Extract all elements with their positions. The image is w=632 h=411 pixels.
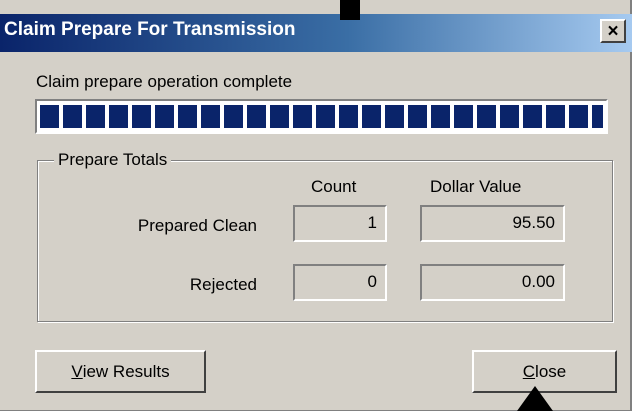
close-mnemonic: C (522, 361, 536, 381)
rejected-count-field: 0 (293, 264, 387, 301)
prepared-clean-dollar-field: 95.50 (420, 205, 565, 242)
progress-bar (35, 99, 608, 134)
progress-fill (40, 105, 603, 128)
count-column-header: Count (311, 177, 357, 196)
prepared-clean-dollar-value: 95.50 (512, 213, 555, 232)
cursor-arrow-icon (517, 386, 553, 411)
prepared-clean-count-value: 1 (367, 213, 377, 232)
close-icon: × (607, 20, 619, 42)
view-results-button[interactable]: View Results (35, 350, 206, 393)
claim-prepare-dialog: Claim Prepare For Transmission × Claim p… (0, 0, 632, 411)
view-results-label: iew Results (82, 361, 170, 381)
prepared-clean-count-field: 1 (293, 205, 387, 242)
view-results-mnemonic: V (71, 361, 83, 381)
cursor-marker-top (340, 0, 360, 20)
window-title: Claim Prepare For Transmission (4, 19, 296, 40)
close-window-button[interactable]: × (600, 19, 626, 43)
rejected-dollar-value: 0.00 (521, 272, 555, 291)
status-message: Claim prepare operation complete (36, 72, 293, 91)
rejected-label: Rejected (189, 275, 257, 294)
prepared-clean-label: Prepared Clean (137, 216, 257, 235)
close-label: lose (535, 361, 567, 381)
rejected-count-value: 0 (367, 272, 377, 291)
rejected-dollar-field: 0.00 (420, 264, 565, 301)
prepare-totals-label: Prepare Totals (54, 150, 172, 170)
dollar-value-column-header: Dollar Value (430, 177, 522, 196)
title-bar[interactable]: Claim Prepare For Transmission × (0, 14, 632, 52)
